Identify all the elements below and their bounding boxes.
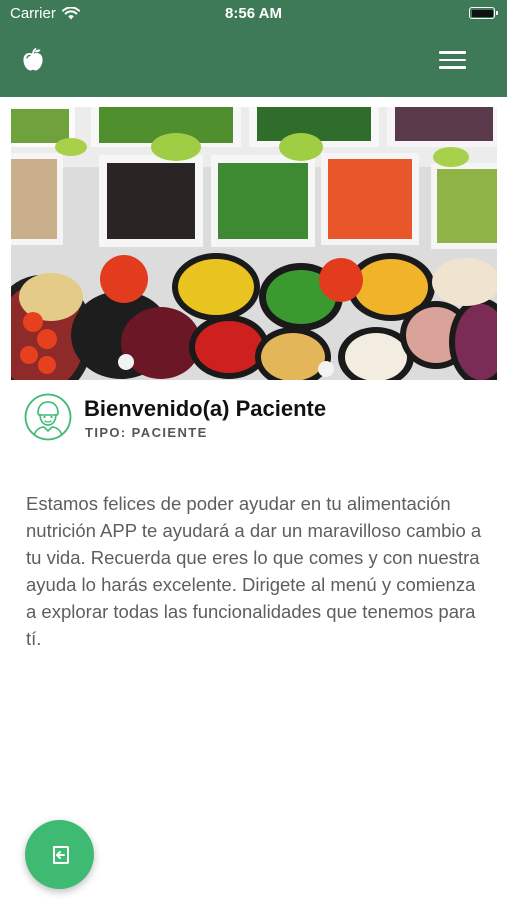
- status-time: 8:56 AM: [225, 5, 282, 22]
- apple-icon[interactable]: [20, 47, 46, 73]
- nav-bar: [0, 40, 507, 80]
- welcome-title: Bienvenido(a) Paciente: [84, 396, 327, 421]
- hamburger-menu-icon[interactable]: [439, 46, 467, 74]
- welcome-description: Estamos felices de poder ayudar en tu al…: [26, 493, 482, 649]
- logout-button[interactable]: [25, 820, 94, 889]
- logout-icon: [52, 845, 69, 864]
- user-type-label: TIPO: PACIENTE: [85, 425, 208, 440]
- app-header: Carrier 8:56 AM: [0, 0, 507, 97]
- status-bar: Carrier 8:56 AM: [0, 0, 507, 28]
- user-avatar-icon: [24, 393, 72, 441]
- vegetables-in-bowls-photo: [11, 107, 497, 380]
- hero-image: [11, 107, 497, 380]
- profile-header: Bienvenido(a) Paciente TIPO: PACIENTE: [24, 393, 484, 443]
- battery-icon: [469, 7, 498, 19]
